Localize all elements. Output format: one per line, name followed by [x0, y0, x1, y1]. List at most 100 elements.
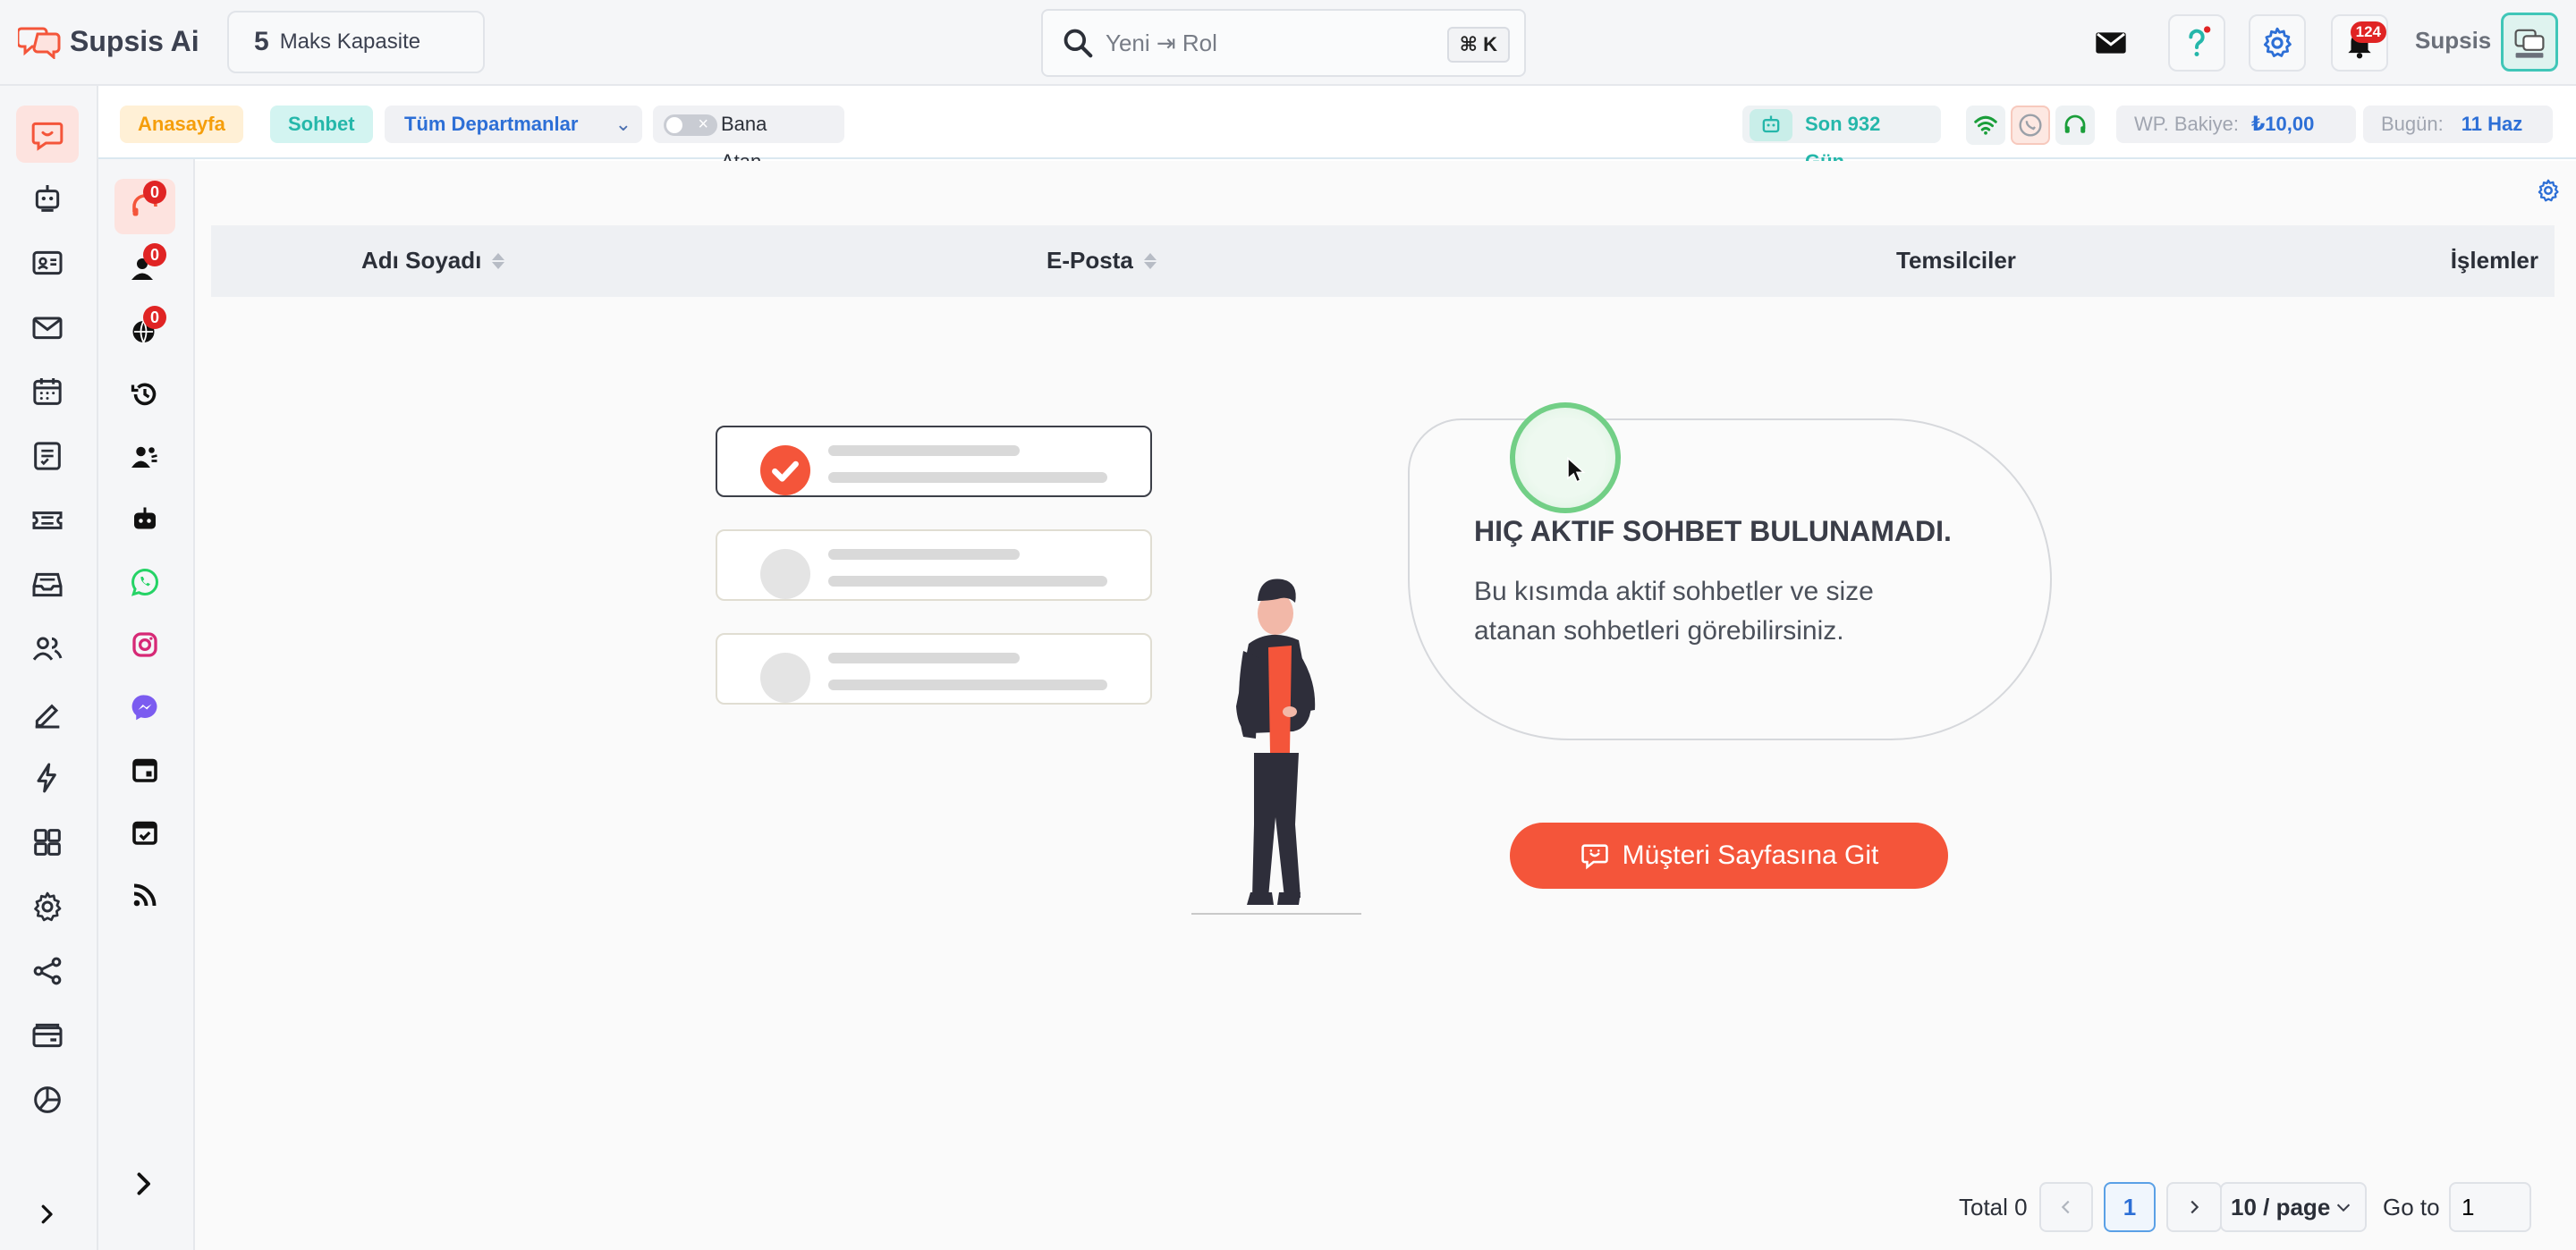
sidebar-item-reports[interactable] [16, 1071, 79, 1128]
days-range-chip[interactable]: Son 932 Gün [1742, 106, 1941, 173]
assigned-to-me-toggle[interactable]: × Bana Atan... [653, 106, 844, 173]
go-to-customer-page-button[interactable]: Müşteri Sayfasına Git [1510, 823, 1948, 889]
subnav-bots[interactable] [114, 492, 175, 547]
cursor-highlight [1510, 402, 1621, 513]
balance-value: ₺10,00 [2250, 113, 2315, 135]
subnav-scheduled[interactable] [114, 805, 175, 860]
table-settings-icon[interactable] [2535, 177, 2562, 204]
column-name-label: Adı Soyadı [361, 247, 482, 274]
subnav-events[interactable] [114, 742, 175, 798]
page-number-button[interactable]: 1 [2104, 1182, 2156, 1232]
page-size-value: 10 / page [2231, 1193, 2331, 1220]
breadcrumb-chat[interactable]: Sohbet [270, 106, 373, 143]
person-illustration [1191, 579, 1361, 915]
pen-icon [35, 704, 60, 729]
sidebar-item-billing[interactable] [16, 1007, 79, 1064]
subnav-public-chats[interactable]: 0 [114, 304, 175, 359]
capacity-label: Maks Kapasite [279, 30, 421, 54]
sidebar-item-automation[interactable] [16, 749, 79, 807]
subnav-feed[interactable] [114, 867, 175, 923]
sidebar-item-chats[interactable] [16, 106, 79, 163]
wifi-icon [1974, 115, 1997, 135]
column-email[interactable]: E-Posta [1046, 247, 1157, 274]
sidebar-item-tickets[interactable] [16, 492, 79, 549]
search-input[interactable] [1106, 29, 1410, 57]
inbox-icon [32, 572, 63, 597]
chevron-down-icon [2337, 1204, 2351, 1212]
column-actions-label: İşlemler [2450, 247, 2538, 274]
connection-status[interactable] [1966, 106, 2005, 145]
sort-icon[interactable] [1143, 252, 1157, 269]
sidebar-item-users[interactable] [16, 621, 79, 678]
grid-icon [34, 829, 61, 856]
support-status[interactable] [2055, 106, 2095, 145]
sort-icon[interactable] [492, 252, 505, 269]
robot-icon [1750, 109, 1792, 141]
subnav-history[interactable] [114, 367, 175, 422]
today-chip: Bugün: 11 Haz [2363, 106, 2553, 143]
sidebar-item-inbox[interactable] [16, 556, 79, 613]
sidebar-item-forms[interactable] [16, 685, 79, 742]
breadcrumb-home[interactable]: Anasayfa [120, 106, 243, 143]
page-size-select[interactable]: 10 / page [2220, 1182, 2367, 1232]
robot-icon [35, 185, 60, 212]
settings-button[interactable] [2249, 14, 2306, 72]
subnav-team[interactable] [114, 429, 175, 485]
toggle-switch[interactable]: × [664, 114, 717, 136]
mail-button[interactable] [2082, 14, 2140, 72]
notification-badge: 124 [2350, 21, 2386, 43]
user-name[interactable]: Supsis [2415, 27, 2491, 55]
whatsapp-status[interactable] [2011, 106, 2050, 145]
sidebar-item-integrations[interactable] [16, 942, 79, 1000]
next-page-button[interactable] [2166, 1182, 2222, 1232]
max-capacity-box[interactable]: 5 Maks Kapasite [227, 11, 485, 73]
assigned-chats-badge: 0 [143, 243, 166, 266]
goto-page-input[interactable] [2449, 1182, 2531, 1232]
expand-sidebar-button[interactable] [27, 1195, 66, 1234]
public-chats-badge: 0 [143, 306, 166, 329]
illustration-card [716, 529, 1152, 601]
filter-bar: Anasayfa Sohbet Tüm Departmanlar ⌄ × Ban… [98, 88, 2576, 173]
column-email-label: E-Posta [1046, 247, 1133, 274]
empty-state-title: HIÇ AKTIF SOHBET BULUNAMADI. [1474, 515, 1952, 547]
notifications-button[interactable]: 124 [2331, 14, 2388, 72]
sidebar-item-calendar[interactable] [16, 363, 79, 420]
sidebar-item-contacts[interactable] [16, 234, 79, 291]
balance-label: WP. Bakiye: [2134, 113, 2239, 135]
subnav-active-chats[interactable]: 0 [114, 179, 175, 234]
sidebar-item-mail[interactable] [16, 299, 79, 356]
subnav-instagram[interactable] [114, 617, 175, 672]
expand-subnav-button[interactable] [123, 1164, 163, 1204]
global-search[interactable]: ⌘ K [1041, 9, 1526, 77]
go-to-customer-page-label: Müşteri Sayfasına Git [1622, 840, 1879, 870]
column-agents: Temsilciler [1896, 247, 2016, 274]
team-icon [131, 446, 157, 468]
chevron-right-icon [137, 1172, 150, 1195]
main-sidebar [0, 86, 98, 1250]
prev-page-button[interactable] [2039, 1182, 2093, 1232]
help-button[interactable] [2168, 14, 2225, 72]
placeholder-line [828, 653, 1020, 663]
department-select-value: Tüm Departmanlar [404, 113, 579, 135]
illustration-card-checked [716, 426, 1152, 497]
placeholder-dot [760, 653, 810, 703]
sidebar-item-tasks[interactable] [16, 427, 79, 485]
sidebar-item-bot[interactable] [16, 170, 79, 227]
pagination-total: Total 0 [1959, 1193, 2028, 1220]
sidebar-item-apps[interactable] [16, 814, 79, 871]
share-icon [33, 957, 62, 985]
table-header: Adı Soyadı E-Posta Temsilciler İşlemler [211, 225, 2555, 297]
chat-sub-sidebar: 0 0 0 [98, 159, 195, 1250]
messenger-icon [131, 695, 157, 721]
column-agents-label: Temsilciler [1896, 247, 2016, 274]
subnav-whatsapp[interactable] [114, 554, 175, 610]
robot-icon [134, 507, 156, 529]
brand-logo[interactable]: Supsis Ai [16, 23, 199, 61]
department-select[interactable]: Tüm Departmanlar ⌄ [385, 106, 642, 143]
avatar[interactable] [2501, 13, 2558, 72]
column-name[interactable]: Adı Soyadı [361, 247, 505, 274]
subnav-messenger[interactable] [114, 680, 175, 735]
empty-state-bubble: HIÇ AKTIF SOHBET BULUNAMADI. Bu kısımda … [1408, 418, 2052, 740]
subnav-assigned-chats[interactable]: 0 [114, 241, 175, 297]
sidebar-item-settings[interactable] [16, 878, 79, 935]
